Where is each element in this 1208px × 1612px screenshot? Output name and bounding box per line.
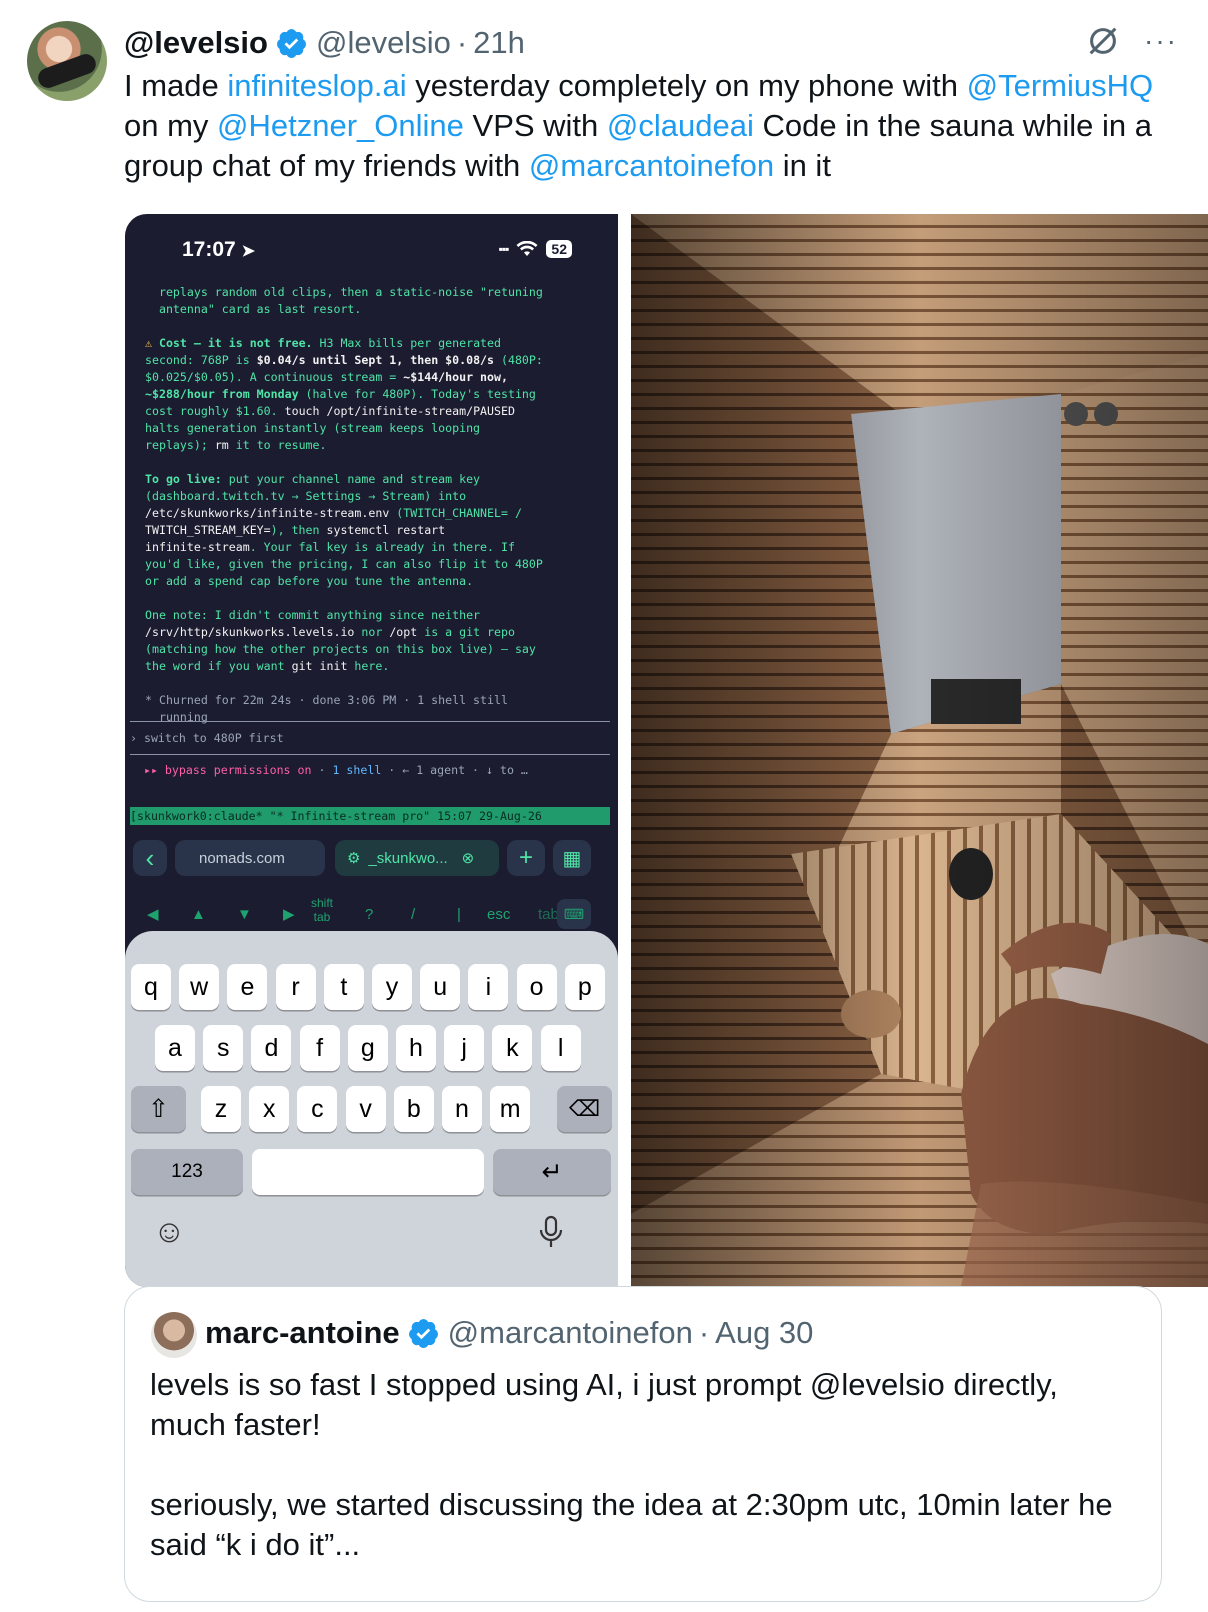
- mention-claudeai[interactable]: @claudeai: [607, 108, 754, 143]
- sauna-photo-image: [631, 214, 1208, 1287]
- sauna-photo[interactable]: [631, 214, 1208, 1287]
- key-y[interactable]: y: [372, 964, 412, 1010]
- key-d[interactable]: d: [251, 1025, 292, 1071]
- session-tab-label: _skunkwo...: [368, 849, 448, 867]
- arrow-down-key[interactable]: ▼: [237, 906, 252, 923]
- quoted-author-handle[interactable]: @marcantoinefon: [448, 1315, 693, 1351]
- key-v[interactable]: v: [345, 1086, 386, 1132]
- return-key[interactable]: ↵: [493, 1149, 611, 1195]
- key-q[interactable]: q: [131, 964, 171, 1010]
- tab-key[interactable]: tab: [538, 906, 558, 923]
- tweet-text-part: in it: [774, 148, 831, 183]
- numbers-key[interactable]: 123: [131, 1149, 243, 1195]
- quoted-tweet-header: marc-antoine @marcantoinefon · Aug 30: [205, 1309, 813, 1357]
- battery-icon: 52: [546, 240, 572, 258]
- key-l[interactable]: l: [540, 1025, 581, 1071]
- tweet-time[interactable]: 21h: [473, 25, 525, 61]
- author-avatar[interactable]: [27, 21, 107, 101]
- quoted-author-name[interactable]: marc-antoine: [205, 1315, 400, 1351]
- more-icon[interactable]: ···: [1144, 25, 1178, 57]
- key-s[interactable]: s: [203, 1025, 244, 1071]
- keyboard-toggle-icon[interactable]: ⌨: [557, 899, 591, 929]
- back-button[interactable]: ‹: [133, 840, 167, 876]
- mention-marcantoinefon[interactable]: @marcantoinefon: [529, 148, 774, 183]
- question-key[interactable]: ?: [365, 906, 373, 923]
- author-name[interactable]: @levelsio: [124, 25, 268, 61]
- key-g[interactable]: g: [347, 1025, 388, 1071]
- quoted-author-avatar[interactable]: [151, 1312, 197, 1358]
- key-r[interactable]: r: [275, 964, 316, 1010]
- tweet-text: I made infiniteslop.ai yesterday complet…: [124, 66, 1184, 186]
- key-z[interactable]: z: [201, 1086, 241, 1132]
- key-t[interactable]: t: [323, 964, 364, 1010]
- new-tab-button[interactable]: +: [507, 840, 545, 876]
- tweet-text-part: on my: [124, 108, 218, 143]
- key-e[interactable]: e: [227, 964, 268, 1010]
- key-f[interactable]: f: [299, 1025, 340, 1071]
- tmux-status-bar: [skunkwork0:claude* "* Infinite-stream p…: [130, 807, 610, 825]
- status-indicators: ▪▪▪ 52: [499, 240, 572, 258]
- delete-key[interactable]: ⌫: [557, 1086, 612, 1132]
- quoted-tweet-text: levels is so fast I stopped using AI, i …: [150, 1367, 1113, 1562]
- session-icon: ⚙: [347, 850, 361, 867]
- key-k[interactable]: k: [492, 1025, 533, 1071]
- location-arrow-icon: ➤: [241, 243, 255, 260]
- key-w[interactable]: w: [179, 964, 220, 1010]
- key-i[interactable]: i: [468, 964, 509, 1010]
- extra-keys-row: ◀ ▲ ▼ ▶ shift tab ? / | esc tab ⌨: [125, 894, 618, 934]
- link-infiniteslop[interactable]: infiniteslop.ai: [227, 68, 406, 103]
- header-separator: ·: [456, 25, 468, 60]
- terminal-prompt[interactable]: › switch to 480P first: [130, 730, 595, 747]
- quoted-tweet[interactable]: marc-antoine @marcantoinefon · Aug 30 le…: [124, 1286, 1162, 1602]
- key-j[interactable]: j: [444, 1025, 485, 1071]
- key-o[interactable]: o: [516, 964, 557, 1010]
- wifi-icon: [516, 241, 538, 256]
- key-x[interactable]: x: [249, 1086, 290, 1132]
- key-p[interactable]: p: [564, 964, 605, 1010]
- close-tab-icon[interactable]: ⊗: [462, 849, 475, 867]
- key-h[interactable]: h: [396, 1025, 436, 1071]
- verified-badge-icon: [277, 28, 306, 58]
- key-u[interactable]: u: [420, 964, 461, 1010]
- terminal-statusline: ▸▸ bypass permissions on · 1 shell · ← 1…: [130, 763, 528, 777]
- termius-toolbar: ‹ nomads.com ⚙ _skunkwo... ⊗ + ▦: [133, 840, 611, 882]
- arrow-left-key[interactable]: ◀: [147, 905, 159, 923]
- mention-hetzner[interactable]: @Hetzner_Online: [217, 108, 464, 143]
- mention-termiushq[interactable]: @TermiusHQ: [967, 68, 1153, 103]
- tweet-text-part: I made: [124, 68, 228, 103]
- arrow-up-key[interactable]: ▲: [191, 906, 206, 923]
- arrow-right-key[interactable]: ▶: [283, 905, 295, 923]
- quoted-tweet-time[interactable]: Aug 30: [715, 1315, 813, 1351]
- tweet-header: @levelsio @levelsio · 21h: [124, 22, 525, 64]
- microphone-icon[interactable]: [537, 1215, 565, 1249]
- ios-keyboard: qwertyuiop asdfghjkl zxcvbnm ⇧ ⌫ 123 ↵ ☺: [125, 931, 618, 1287]
- tweet-text-part: yesterday completely on my phone with: [406, 68, 967, 103]
- key-m[interactable]: m: [490, 1086, 531, 1132]
- host-tab[interactable]: nomads.com: [175, 840, 325, 876]
- host-tab-label: nomads.com: [199, 849, 285, 867]
- phone-screenshot[interactable]: 17:07 ➤ ▪▪▪ 52 replays random old clips,…: [125, 214, 618, 1287]
- slash-key[interactable]: /: [411, 906, 415, 923]
- grok-icon[interactable]: [1084, 22, 1122, 60]
- author-handle[interactable]: @levelsio: [316, 25, 451, 61]
- esc-key[interactable]: esc: [487, 906, 510, 923]
- signal-icon: ▪▪▪: [498, 242, 510, 256]
- media-grid: 17:07 ➤ ▪▪▪ 52 replays random old clips,…: [125, 214, 1208, 1287]
- key-b[interactable]: b: [393, 1086, 434, 1132]
- verified-badge-icon: [408, 1318, 438, 1348]
- shift-tab-key[interactable]: shift tab: [311, 896, 333, 924]
- pipe-key[interactable]: |: [457, 906, 461, 923]
- emoji-icon[interactable]: ☺: [153, 1213, 186, 1250]
- status-time: 17:07 ➤: [182, 238, 255, 261]
- terminal-output: replays random old clips, then a static-…: [145, 285, 543, 724]
- key-a[interactable]: a: [155, 1025, 195, 1071]
- key-c[interactable]: c: [297, 1086, 338, 1132]
- grid-icon[interactable]: ▦: [553, 840, 591, 876]
- tweet-text-part: VPS with: [463, 108, 607, 143]
- shift-key[interactable]: ⇧: [131, 1086, 186, 1132]
- session-tab[interactable]: ⚙ _skunkwo... ⊗: [335, 840, 499, 876]
- space-key[interactable]: [252, 1149, 484, 1195]
- key-n[interactable]: n: [442, 1086, 482, 1132]
- header-separator: ·: [698, 1315, 710, 1350]
